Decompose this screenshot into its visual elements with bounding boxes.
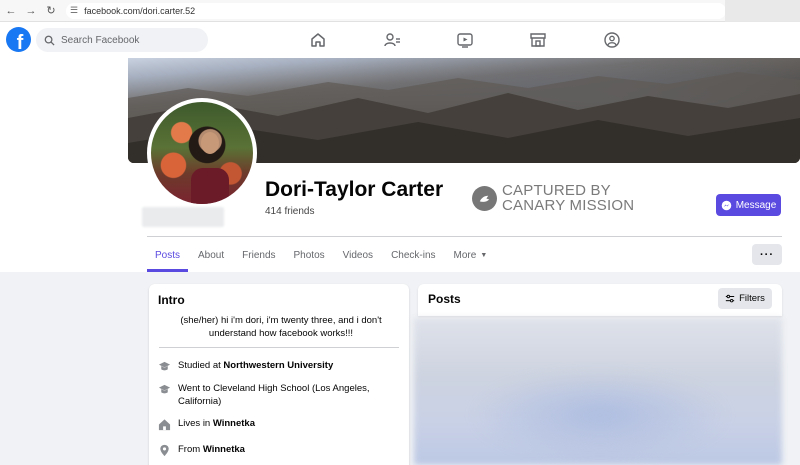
avatar-face: [201, 132, 219, 154]
intro-divider: [159, 347, 399, 348]
friends-count[interactable]: 414 friends: [265, 206, 314, 217]
facebook-topbar: f Search Facebook: [0, 22, 800, 58]
intro-bio: (she/her) hi i'm dori, i'm twenty three,…: [180, 315, 382, 339]
watch-icon[interactable]: [456, 31, 474, 49]
back-icon[interactable]: ←: [2, 2, 20, 20]
intro-item-lives-in: Lives in Winnetka: [158, 418, 255, 431]
graduation-cap-icon: [158, 361, 171, 371]
tab-check-ins[interactable]: Check-ins: [383, 240, 443, 270]
browser-toolbar-right: [725, 0, 800, 22]
tab-photos[interactable]: Photos: [286, 240, 333, 270]
intro-card: Intro (she/her) hi i'm dori, i'm twenty …: [149, 284, 409, 465]
canary-mission-watermark: CAPTURED BY CANARY MISSION: [472, 183, 634, 213]
friends-icon[interactable]: [383, 31, 401, 49]
intro-title: Intro: [158, 293, 185, 307]
forward-icon[interactable]: →: [22, 2, 40, 20]
tab-about[interactable]: About: [190, 240, 232, 270]
tab-posts[interactable]: Posts: [147, 240, 189, 272]
left-background: [0, 58, 128, 272]
posts-card-header: Posts Filters: [418, 284, 782, 316]
watermark-line1: CAPTURED BY: [502, 182, 611, 199]
redacted-area: [142, 207, 224, 227]
caret-down-icon: ▼: [480, 251, 488, 259]
tab-videos[interactable]: Videos: [335, 240, 381, 270]
groups-icon[interactable]: [603, 31, 621, 49]
tab-friends[interactable]: Friends: [234, 240, 283, 270]
intro-item-highschool: Went to Cleveland High School (Los Angel…: [158, 383, 398, 408]
search-placeholder: Search Facebook: [61, 34, 140, 46]
site-info-icon[interactable]: ☰: [70, 5, 78, 16]
home-icon: [158, 419, 171, 431]
home-icon[interactable]: [309, 31, 327, 49]
intro-item-education: Studied at Northwestern University: [158, 360, 333, 373]
graduation-cap-icon: [158, 384, 171, 394]
marketplace-icon[interactable]: [529, 31, 547, 49]
canary-bird-icon: [472, 185, 497, 211]
message-label: Message: [735, 199, 777, 211]
tab-more[interactable]: More ▼: [446, 240, 496, 270]
avatar-dress: [191, 168, 229, 204]
filters-button[interactable]: Filters: [718, 288, 772, 309]
messenger-icon: [721, 200, 731, 210]
browser-toolbar: ← → ↻ ☰ facebook.com/dori.carter.52: [0, 0, 800, 22]
facebook-logo-icon[interactable]: f: [6, 27, 31, 52]
posts-title: Posts: [428, 292, 461, 306]
search-icon: [44, 35, 55, 46]
filters-icon: [725, 294, 735, 302]
watermark-line2: CANARY MISSION: [502, 197, 635, 214]
blurred-post-content-detail: [470, 370, 730, 460]
message-button[interactable]: Message: [716, 194, 781, 216]
more-options-button[interactable]: ···: [752, 244, 782, 265]
intro-item-from: From Winnetka: [158, 444, 245, 457]
profile-picture[interactable]: [147, 98, 257, 208]
profile-name: Dori-Taylor Carter: [265, 178, 444, 201]
address-bar[interactable]: ☰ facebook.com/dori.carter.52: [66, 2, 726, 19]
header-divider: [147, 236, 782, 237]
url-text: facebook.com/dori.carter.52: [84, 5, 196, 16]
search-input[interactable]: Search Facebook: [36, 28, 208, 52]
location-pin-icon: [160, 444, 169, 457]
reload-icon[interactable]: ↻: [42, 2, 60, 20]
profile-tabs: Posts About Friends Photos Videos Check-…: [147, 240, 497, 272]
